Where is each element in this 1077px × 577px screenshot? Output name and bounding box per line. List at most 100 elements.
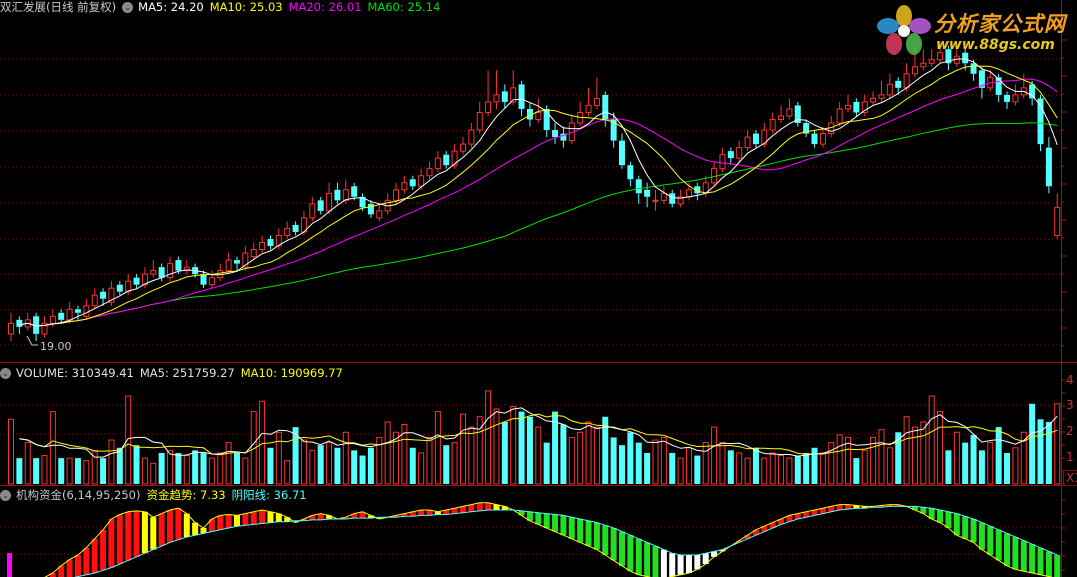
fund-bar [150, 517, 157, 550]
low-price-label: 19.00 [40, 340, 72, 353]
candle-up [284, 227, 291, 236]
candle-up [150, 270, 157, 275]
volume-bar-up [828, 442, 835, 485]
candle-down [752, 133, 759, 145]
volume-bar-up [535, 426, 542, 485]
volume-bar-up [451, 442, 458, 485]
fund-bar [552, 514, 559, 532]
candle-down [292, 224, 299, 232]
volume-bar-up [719, 442, 726, 485]
candle-up [736, 147, 743, 159]
candle-down [267, 238, 274, 247]
chevron-down-icon[interactable]: ⌄ [0, 367, 11, 379]
indicator-panel-header: ⌄ 机构资金(6,14,95,250) 资金趋势: 7.33 阴阳线: 36.7… [0, 488, 313, 502]
candle-up [769, 118, 776, 131]
candle-down [610, 119, 617, 141]
fund-bar [468, 504, 475, 512]
candle-up [778, 115, 785, 120]
volume-bar-down [518, 411, 525, 484]
candle-up [535, 111, 542, 120]
volume-bar-up [384, 421, 391, 485]
volume-bar-up [652, 439, 659, 485]
fund-bar [1020, 540, 1027, 572]
candle-up [903, 73, 910, 89]
candle-up [1012, 94, 1019, 103]
volume-bar-up [685, 447, 692, 485]
volume-bar-up [585, 421, 592, 485]
candle-down [317, 200, 324, 211]
volume-bar-up [911, 426, 918, 485]
chevron-down-icon[interactable]: ⌄ [122, 1, 134, 13]
yinyang-value: 阴阳线: 36.71 [231, 488, 307, 502]
fund-bar [116, 514, 123, 564]
candle-up [870, 97, 877, 103]
volume-axis-tick: 1 [1066, 450, 1074, 464]
volume-bar-down [1045, 421, 1052, 484]
fund-bar [644, 542, 651, 577]
candle-down [895, 80, 902, 88]
volume-axis-tick: 4 [1066, 373, 1074, 387]
volume-bar-up [309, 449, 316, 485]
volume-bar-down [443, 445, 450, 484]
volume-bar-down [978, 450, 985, 484]
fund-bar [225, 514, 232, 528]
candle-down [116, 284, 123, 292]
fund-bar [1004, 533, 1011, 566]
volume-bar-up [778, 455, 785, 485]
volume-bar-up [937, 411, 944, 485]
volume-bar-up [459, 413, 466, 485]
site-logo: 分析家公式网 www.88gs.com [874, 4, 1069, 56]
volume-bar-down [200, 452, 207, 484]
candle-up [1054, 206, 1061, 236]
volume-bar-down [33, 458, 40, 484]
volume-bar-up [225, 442, 232, 485]
volume-bar-down [560, 424, 567, 484]
volume-bar-up [593, 426, 600, 485]
candle-down [16, 319, 23, 327]
candle-down [627, 165, 634, 180]
volume-bar-up [1012, 447, 1019, 485]
volume-bar-up [660, 436, 667, 485]
candle-down [1045, 147, 1052, 187]
volume-axis-tick: 3 [1066, 398, 1074, 412]
volume-bar-up [510, 405, 517, 485]
volume-bar-up [485, 390, 492, 485]
candle-down [58, 312, 65, 320]
volume-bar-down [803, 452, 810, 484]
candle-up [719, 154, 726, 170]
logo-url[interactable]: www.88gs.com [936, 37, 1055, 53]
fund-bar [619, 531, 626, 566]
fund-bar [158, 513, 165, 546]
fund-bar [133, 510, 140, 557]
volume-bar-down [635, 442, 642, 484]
fund-bar [108, 519, 115, 568]
volume-bar-down [543, 442, 550, 484]
volume-bar-down [16, 458, 23, 484]
volume-bar-up [66, 457, 73, 485]
candle-down [74, 309, 81, 313]
volume-bar-up [711, 426, 718, 485]
candle-up [878, 94, 885, 99]
candle-up [376, 210, 383, 219]
volume-bar-up [878, 429, 885, 485]
fund-bar [141, 511, 148, 554]
fund-bar [978, 522, 985, 550]
volume-bar-down [853, 458, 860, 484]
candle-down [727, 151, 734, 159]
volume-bar-up [83, 460, 90, 485]
volume-bar-up [845, 436, 851, 485]
volume-bar-down [1004, 452, 1011, 484]
fund-bar [83, 547, 90, 575]
candle-up [928, 59, 935, 64]
fund-bar [485, 502, 492, 510]
candle-up [819, 133, 826, 145]
volume-bar-up [769, 452, 776, 485]
volume-bar-up [150, 462, 157, 485]
fund-bar [1012, 537, 1019, 570]
volume-bar-down [233, 452, 240, 484]
chevron-down-icon[interactable]: ⌄ [0, 489, 11, 501]
candle-up [593, 97, 600, 106]
fund-trend-value: 资金趋势: 7.33 [146, 488, 226, 502]
fund-bar [962, 516, 969, 539]
volume-bar-up [24, 442, 31, 485]
